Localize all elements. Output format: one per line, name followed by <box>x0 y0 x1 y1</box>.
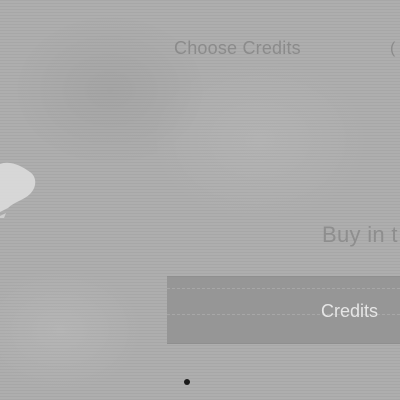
white-blob-icon <box>0 162 36 218</box>
button-guide-line <box>167 288 400 289</box>
credits-button[interactable]: Credits <box>167 276 400 344</box>
credits-button-label: Credits <box>321 301 379 321</box>
dot-icon <box>184 379 190 385</box>
partial-text-glyph: ( <box>390 40 396 57</box>
buy-in-label: Buy in t <box>322 222 398 247</box>
page-title: Choose Credits <box>174 38 301 58</box>
